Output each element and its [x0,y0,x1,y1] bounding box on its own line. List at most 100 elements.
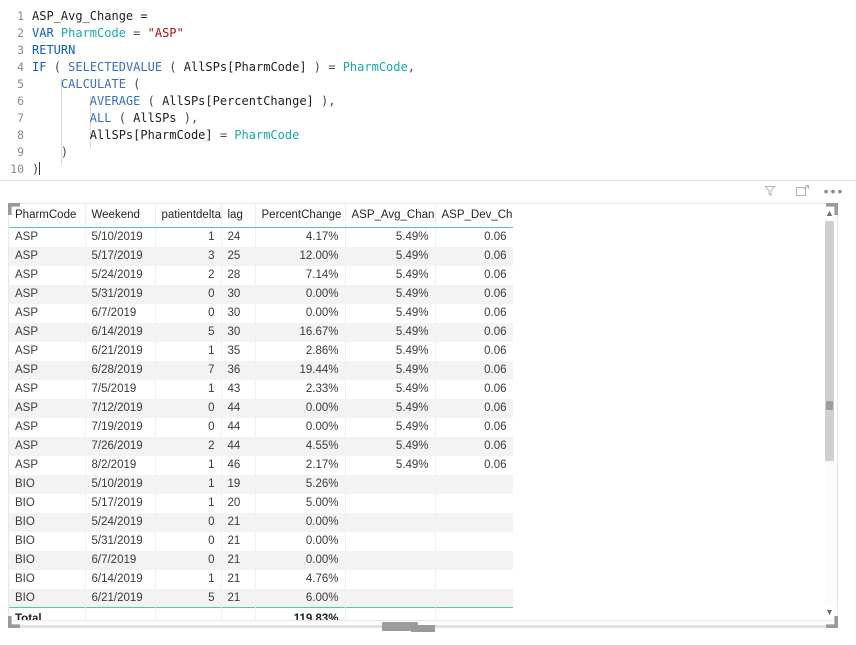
cell-pharmcode[interactable]: ASP [9,341,86,361]
column-header-percentchange[interactable]: PercentChange [255,204,346,228]
table-row[interactable]: ASP 6/21/2019 1 35 2.86% 5.49% 0.06 [9,341,513,361]
cell-pharmcode[interactable]: ASP [9,246,86,266]
cell-asp_avg_change[interactable] [345,531,436,551]
cell-patientdelta[interactable]: 7 [155,360,222,380]
cell-pharmcode[interactable]: ASP [9,227,86,247]
cell-weekend[interactable]: 6/14/2019 [85,569,156,589]
cell-lag[interactable]: 20 [221,493,256,513]
code-line[interactable]: 2 VAR PharmCode = "ASP" [2,25,856,42]
cell-asp_avg_change[interactable]: 5.49% [345,303,436,323]
cell-percentchange[interactable]: 5.26% [255,474,346,494]
cell-asp_dev_change[interactable] [435,569,513,589]
cell-percentchange[interactable]: 0.00% [255,512,346,532]
cell-percentchange[interactable]: 2.17% [255,455,346,475]
cell-lag[interactable]: 30 [221,303,256,323]
table-body[interactable]: ASP 5/10/2019 1 24 4.17% 5.49% 0.06 ASP 5/17/201… [9,227,513,608]
cell-percentchange[interactable]: 16.67% [255,322,346,342]
cell-lag[interactable]: 46 [221,455,256,475]
table-row[interactable]: ASP 5/24/2019 2 28 7.14% 5.49% 0.06 [9,265,513,285]
cell-patientdelta[interactable]: 2 [155,265,222,285]
cell-asp_dev_change[interactable] [435,474,513,494]
cell-lag[interactable]: 25 [221,246,256,266]
cell-pharmcode[interactable]: BIO [9,512,86,532]
code-line[interactable]: 4 IF ( SELECTEDVALUE ( AllSPs[PharmCode] … [2,59,856,76]
column-header-pharmcode[interactable]: PharmCode [9,204,86,228]
cell-asp_dev_change[interactable] [435,512,513,532]
cell-percentchange[interactable]: 12.00% [255,246,346,266]
cell-weekend[interactable]: 8/2/2019 [85,455,156,475]
column-header-lag[interactable]: lag [221,204,256,228]
cell-pharmcode[interactable]: ASP [9,360,86,380]
cell-patientdelta[interactable]: 0 [155,303,222,323]
cell-patientdelta[interactable]: 5 [155,588,222,608]
cell-patientdelta[interactable]: 5 [155,322,222,342]
table-row[interactable]: ASP 7/12/2019 0 44 0.00% 5.49% 0.06 [9,398,513,418]
cell-patientdelta[interactable]: 0 [155,550,222,570]
cell-lag[interactable]: 30 [221,322,256,342]
more-options-icon[interactable]: ••• [824,183,843,199]
cell-lag[interactable]: 36 [221,360,256,380]
table-row[interactable]: ASP 7/19/2019 0 44 0.00% 5.49% 0.06 [9,417,513,437]
cell-pharmcode[interactable]: BIO [9,569,86,589]
cell-weekend[interactable]: 5/10/2019 [85,227,156,247]
cell-asp_avg_change[interactable]: 5.49% [345,322,436,342]
scroll-down-arrow-icon[interactable]: ▼ [823,605,836,618]
cell-weekend[interactable]: 7/19/2019 [85,417,156,437]
column-header-asp_avg_change[interactable]: ASP_Avg_Change [345,204,436,228]
cell-weekend[interactable]: 6/7/2019 [85,550,156,570]
vertical-scroll-thumb[interactable] [825,221,834,461]
cell-asp_avg_change[interactable]: 5.49% [345,341,436,361]
cell-weekend[interactable]: 5/10/2019 [85,474,156,494]
cell-asp_avg_change[interactable] [345,474,436,494]
cell-pharmcode[interactable]: BIO [9,474,86,494]
cell-patientdelta[interactable]: 1 [155,474,222,494]
table-row[interactable]: ASP 6/7/2019 0 30 0.00% 5.49% 0.06 [9,303,513,323]
cell-asp_dev_change[interactable]: 0.06 [435,303,513,323]
cell-patientdelta[interactable]: 0 [155,284,222,304]
cell-asp_dev_change[interactable]: 0.06 [435,322,513,342]
cell-asp_avg_change[interactable]: 5.49% [345,455,436,475]
cell-lag[interactable]: 43 [221,379,256,399]
cell-weekend[interactable]: 5/24/2019 [85,265,156,285]
code-line[interactable]: 9 ) [2,144,856,161]
cell-patientdelta[interactable]: 1 [155,455,222,475]
cell-percentchange[interactable]: 4.76% [255,569,346,589]
table-row[interactable]: BIO 5/24/2019 0 21 0.00% [9,512,513,532]
cell-asp_avg_change[interactable]: 5.49% [345,227,436,247]
cell-patientdelta[interactable]: 0 [155,398,222,418]
cell-pharmcode[interactable]: ASP [9,417,86,437]
cell-asp_dev_change[interactable]: 0.06 [435,455,513,475]
cell-asp_avg_change[interactable]: 5.49% [345,360,436,380]
cell-lag[interactable]: 44 [221,417,256,437]
resize-handle-bottom-center[interactable] [411,625,435,632]
cell-asp_avg_change[interactable]: 5.49% [345,265,436,285]
table-row[interactable]: ASP 5/10/2019 1 24 4.17% 5.49% 0.06 [9,227,513,247]
table-row[interactable]: ASP 7/26/2019 2 44 4.55% 5.49% 0.06 [9,436,513,456]
table-scroll-viewport[interactable]: PharmCode Weekend patientdelta lag PercentCh… [9,204,513,620]
table-row[interactable]: ASP 7/5/2019 1 43 2.33% 5.49% 0.06 [9,379,513,399]
cell-weekend[interactable]: 7/26/2019 [85,436,156,456]
cell-percentchange[interactable]: 2.86% [255,341,346,361]
cell-pharmcode[interactable]: ASP [9,398,86,418]
cell-weekend[interactable]: 7/5/2019 [85,379,156,399]
cell-percentchange[interactable]: 6.00% [255,588,346,608]
table-vertical-scrollbar[interactable]: ▲ ▼ [823,205,836,619]
cell-pharmcode[interactable]: ASP [9,379,86,399]
cell-patientdelta[interactable]: 1 [155,341,222,361]
cell-weekend[interactable]: 6/28/2019 [85,360,156,380]
code-line[interactable]: 1 ASP_Avg_Change = [2,8,856,25]
cell-pharmcode[interactable]: BIO [9,531,86,551]
table-row[interactable]: BIO 5/10/2019 1 19 5.26% [9,474,513,494]
cell-lag[interactable]: 44 [221,436,256,456]
cell-asp_dev_change[interactable]: 0.06 [435,417,513,437]
cell-patientdelta[interactable]: 0 [155,512,222,532]
cell-weekend[interactable]: 5/17/2019 [85,493,156,513]
cell-lag[interactable]: 21 [221,569,256,589]
cell-pharmcode[interactable]: ASP [9,303,86,323]
cell-lag[interactable]: 30 [221,284,256,304]
cell-percentchange[interactable]: 4.17% [255,227,346,247]
cell-percentchange[interactable]: 5.00% [255,493,346,513]
cell-patientdelta[interactable]: 1 [155,569,222,589]
code-line[interactable]: 10) [2,161,856,178]
table-row[interactable]: ASP 6/14/2019 5 30 16.67% 5.49% 0.06 [9,322,513,342]
